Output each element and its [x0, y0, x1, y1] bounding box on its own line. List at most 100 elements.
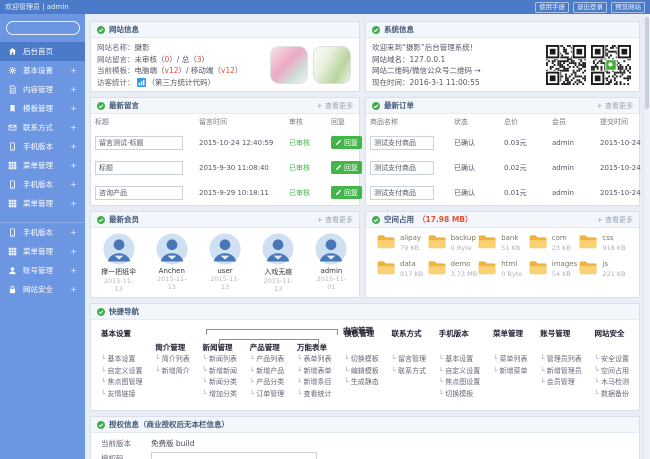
- quick-nav-link[interactable]: 会员管理: [540, 377, 581, 389]
- quick-nav-link[interactable]: 新增表单: [297, 366, 331, 378]
- site-qr-code: [546, 45, 586, 85]
- document-icon: [8, 85, 17, 94]
- sidebar-item-menu-manage[interactable]: 菜单管理+: [0, 156, 85, 175]
- quick-nav-link[interactable]: 新增菜单: [493, 366, 527, 378]
- message-title-link[interactable]: 标题: [95, 161, 183, 175]
- quick-nav-link[interactable]: 产品列表: [250, 354, 284, 366]
- quick-nav-link[interactable]: 简介列表: [155, 354, 189, 366]
- expand-plus-icon[interactable]: +: [70, 161, 77, 170]
- expand-plus-icon[interactable]: +: [70, 142, 77, 151]
- quick-nav-link[interactable]: 产品分类: [250, 377, 284, 389]
- messages-view-more-link[interactable]: + 查看更多: [317, 101, 353, 111]
- sidebar-item-menu-manage-2[interactable]: 菜单管理+: [0, 194, 85, 213]
- panel-site-info: 网站信息 网站名称：摄影网站留言：未审核（0）/ 总（3）当前模板：电脑端（v1…: [90, 21, 360, 92]
- sidebar-item-content-manage[interactable]: 内容管理+: [0, 80, 85, 99]
- quick-nav-link[interactable]: 订单管理: [250, 389, 284, 401]
- quick-nav-link[interactable]: 焦点图设置: [439, 377, 480, 389]
- quick-nav-link[interactable]: 新增产品: [250, 366, 284, 378]
- orders-view-more-link[interactable]: + 查看更多: [597, 101, 633, 111]
- template-previews: [270, 42, 353, 88]
- folder-item: data917 KB: [376, 260, 427, 278]
- topbar-link-manual[interactable]: 使用手册: [535, 2, 569, 13]
- pencil-icon: [335, 164, 342, 171]
- quick-nav-link[interactable]: 基本设置: [101, 354, 142, 366]
- quick-nav-link[interactable]: 数据备份: [595, 389, 629, 401]
- quick-nav-link[interactable]: 管理员列表: [540, 354, 581, 366]
- quick-nav-link[interactable]: 切换模板: [439, 389, 480, 401]
- reply-button[interactable]: 回复: [331, 186, 362, 199]
- quick-nav-link[interactable]: 查看统计: [297, 389, 331, 401]
- sidebar-item-template-manage[interactable]: 模板管理+: [0, 99, 85, 118]
- reply-button[interactable]: 回复: [331, 161, 362, 174]
- scrollbar[interactable]: [643, 14, 650, 459]
- quick-nav-link[interactable]: 新增简介: [155, 366, 189, 378]
- quick-nav-link[interactable]: 焦点图管理: [101, 377, 142, 389]
- quick-nav-link[interactable]: 联系方式: [392, 366, 426, 378]
- quick-nav-link[interactable]: 基本设置: [439, 354, 480, 366]
- sidebar-item-mobile-version-2[interactable]: 手机版本+: [0, 175, 85, 194]
- members-view-more-link[interactable]: + 查看更多: [317, 215, 353, 225]
- expand-plus-icon[interactable]: +: [70, 180, 77, 189]
- quick-nav-link[interactable]: 木马检测: [595, 377, 629, 389]
- quick-nav-column-header: 菜单管理: [493, 328, 527, 354]
- folder-name: images: [552, 260, 577, 268]
- expand-plus-icon[interactable]: +: [70, 123, 77, 132]
- sidebar-item-home[interactable]: 后台首页: [0, 42, 85, 61]
- expand-plus-icon[interactable]: +: [70, 228, 77, 237]
- quick-nav-link[interactable]: 切换模板: [344, 354, 378, 366]
- topbar-link-preview-site[interactable]: 预览网站: [611, 2, 645, 13]
- expand-plus-icon[interactable]: +: [70, 85, 77, 94]
- panel-check-icon: [97, 421, 105, 429]
- sidebar-item-mobile-version[interactable]: 手机版本+: [0, 137, 85, 156]
- order-name-link[interactable]: 测试支付商品: [370, 161, 434, 175]
- sidebar-item-basic-settings[interactable]: 基本设置+: [0, 61, 85, 80]
- quick-nav-link[interactable]: 新增条目: [297, 377, 331, 389]
- sidebar-item-mobile-version-3[interactable]: 手机版本+: [0, 222, 85, 242]
- panel-title: 最新留言: [109, 100, 139, 111]
- quick-nav-link[interactable]: 增加分类: [203, 389, 237, 401]
- quick-nav-link[interactable]: 表单列表: [297, 354, 331, 366]
- quick-nav-link[interactable]: 留言管理: [392, 354, 426, 366]
- quick-nav-link[interactable]: 新增管理员: [540, 366, 581, 378]
- sidebar-item-site-security[interactable]: 网站安全+: [0, 280, 85, 299]
- license-body: 当前版本 免费版 build 授权码 域名 *系统自动判断 授 权 *如: [91, 433, 639, 459]
- quick-nav-column-header: 手机版本: [439, 328, 480, 354]
- expand-plus-icon[interactable]: +: [70, 66, 77, 75]
- order-member-cell: admin: [548, 180, 596, 205]
- expand-plus-icon[interactable]: +: [70, 247, 77, 256]
- grid-icon: [8, 161, 17, 170]
- scrollbar-thumb[interactable]: [645, 17, 649, 109]
- sidebar-item-account-manage[interactable]: 账号管理+: [0, 261, 85, 280]
- sidebar-item-menu-manage-3[interactable]: 菜单管理+: [0, 242, 85, 261]
- avatar: [209, 233, 241, 265]
- expand-plus-icon[interactable]: +: [70, 199, 77, 208]
- space-view-more-link[interactable]: + 查看更多: [597, 215, 633, 225]
- quick-nav-link[interactable]: 新闻分类: [203, 377, 237, 389]
- quick-nav-link[interactable]: 友情链接: [101, 389, 142, 401]
- quick-nav-link[interactable]: 安全设置: [595, 354, 629, 366]
- expand-plus-icon[interactable]: +: [70, 266, 77, 275]
- message-title-link[interactable]: 留言测试-标题: [95, 136, 183, 150]
- sidebar-search-input[interactable]: [6, 21, 80, 35]
- expand-plus-icon[interactable]: +: [70, 104, 77, 113]
- message-title-link[interactable]: 咨询产品: [95, 186, 183, 200]
- folder-icon: [477, 260, 497, 275]
- quick-nav-link[interactable]: 自定义设置: [439, 366, 480, 378]
- quick-nav-link[interactable]: 新增新闻: [203, 366, 237, 378]
- quick-nav-link[interactable]: 空间占用: [595, 366, 629, 378]
- order-name-link[interactable]: 测试支付商品: [370, 186, 434, 200]
- folder-name: com: [552, 234, 571, 242]
- reply-button[interactable]: 回复: [331, 136, 362, 149]
- sidebar-item-contact-method[interactable]: 联系方式+: [0, 118, 85, 137]
- topbar-link-logout[interactable]: 退出登录: [573, 2, 607, 13]
- quick-nav-link[interactable]: 生成静态: [344, 377, 378, 389]
- folder-name: backup: [451, 234, 476, 242]
- expand-plus-icon[interactable]: +: [70, 285, 77, 294]
- quick-nav-link[interactable]: 新闻列表: [203, 354, 237, 366]
- quick-nav-link[interactable]: 菜单列表: [493, 354, 527, 366]
- quick-nav-link[interactable]: 自定义设置: [101, 366, 142, 378]
- license-code-input[interactable]: [151, 452, 317, 459]
- order-name-link[interactable]: 测试支付商品: [370, 136, 434, 150]
- quick-nav-link[interactable]: 编辑模板: [344, 366, 378, 378]
- folder-size: 0 Byte: [451, 244, 476, 252]
